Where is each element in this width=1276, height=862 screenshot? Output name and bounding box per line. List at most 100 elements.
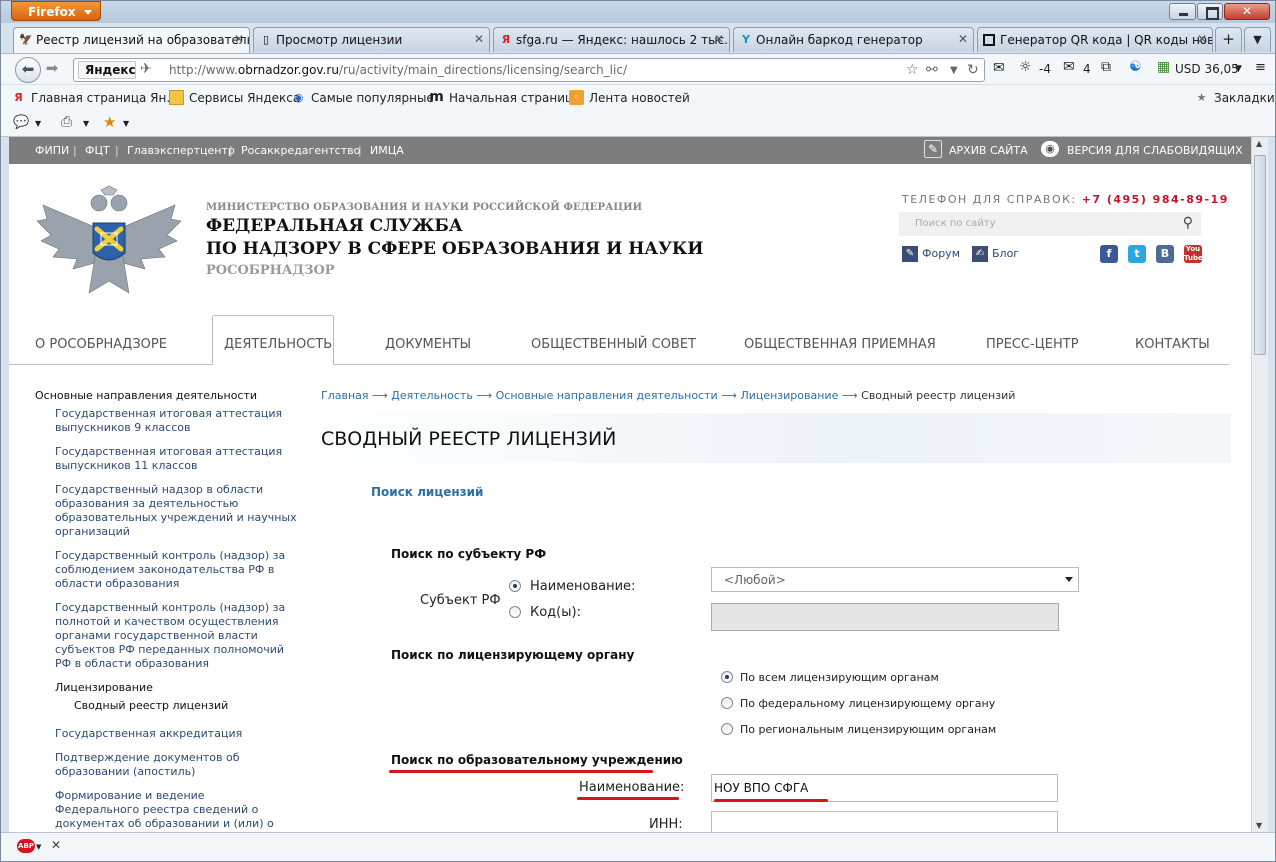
phone-label: ТЕЛЕФОН ДЛЯ СПРАВОК:: [902, 193, 1077, 206]
leftnav-item-control-quality[interactable]: Государственный контроль (надзор) за полн…: [55, 601, 285, 671]
organ-regional-radio[interactable]: [721, 723, 733, 735]
scroll-thumb[interactable]: [1254, 155, 1266, 355]
tab-license-view[interactable]: ▯ Просмотр лицензии ✕: [253, 27, 490, 52]
tab-registry[interactable]: 🦅 Реестр лицензий на образователь... ✕: [13, 27, 250, 53]
menu-public-council[interactable]: ОБЩЕСТВЕННЫЙ СОВЕТ: [531, 337, 696, 352]
organ-federal-radio[interactable]: [721, 697, 733, 709]
leftnav-subitem-registry[interactable]: Сводный реестр лицензий: [74, 699, 228, 713]
bookmark-star-icon[interactable]: ☆: [906, 62, 919, 78]
forum-link[interactable]: ✎ Форум: [902, 246, 960, 262]
speech-bubble-icon[interactable]: 💬: [13, 115, 29, 130]
chevron-down-icon[interactable]: ▼: [35, 119, 41, 128]
close-tab-icon[interactable]: ✕: [958, 32, 968, 46]
leftnav-item-supervision[interactable]: Государственный надзор в области образова…: [55, 483, 297, 539]
forward-button[interactable]: ➡: [41, 57, 63, 83]
leftnav-item-apostille[interactable]: Подтверждение документов об образовании (…: [55, 751, 240, 779]
subject-by-name-radio[interactable]: [509, 580, 521, 592]
facebook-icon[interactable]: f: [1100, 245, 1118, 263]
menu-public-reception[interactable]: ОБЩЕСТВЕННАЯ ПРИЕМНАЯ: [744, 337, 936, 352]
leftnav-item-control-law[interactable]: Государственный контроль (надзор) за собл…: [55, 549, 285, 591]
menu-grip-icon[interactable]: ≡: [1255, 60, 1266, 75]
menu-activity[interactable]: ДЕЯТЕЛЬНОСТЬ: [224, 337, 332, 352]
scroll-down-icon[interactable]: ▼: [1256, 821, 1262, 830]
bookmark-yandex-home[interactable]: Я Главная страница Ян...: [11, 91, 178, 105]
sync-icon[interactable]: ☯: [1129, 59, 1142, 75]
menu-contacts[interactable]: КОНТАКТЫ: [1135, 337, 1210, 352]
mail-icon[interactable]: ✉: [993, 60, 1005, 76]
close-addon-bar-icon[interactable]: ✕: [51, 838, 61, 852]
chevron-down-icon[interactable]: ▼: [83, 119, 89, 128]
favorites-star-icon[interactable]: ★: [103, 113, 116, 131]
bookmark-popular[interactable]: ◉ Самые популярные: [291, 91, 434, 105]
yandex-badge[interactable]: Яндекс: [78, 61, 136, 79]
leftnav-item-federal-registry[interactable]: Формирование и ведение Федерального реест…: [55, 789, 274, 831]
menu-about[interactable]: О РОСОБРНАДЗОРЕ: [35, 337, 167, 352]
menu-documents[interactable]: ДОКУМЕНТЫ: [385, 337, 471, 352]
leftnav-item-licensing[interactable]: Лицензирование: [55, 681, 153, 695]
breadcrumb-home[interactable]: Главная: [321, 389, 369, 402]
breadcrumb-licensing[interactable]: Лицензирование: [740, 389, 838, 402]
bookmark-start-page[interactable]: m Начальная страница: [429, 90, 580, 106]
close-tab-icon[interactable]: ✕: [234, 32, 244, 46]
dropdown-arrow-icon[interactable]: ▼: [950, 65, 958, 76]
weather-sun-icon: ☼: [1019, 59, 1032, 75]
translate-icon[interactable]: ⧉: [1101, 59, 1111, 75]
archive-link[interactable]: АРХИВ САЙТА: [949, 144, 1028, 157]
leftnav-item-accreditation[interactable]: Государственная аккредитация: [55, 727, 242, 741]
leftnav-heading[interactable]: Основные направления деятельности: [35, 389, 257, 403]
partner-link-fct[interactable]: ФЦТ: [85, 144, 110, 157]
tab-list-button[interactable]: ▼: [1244, 27, 1271, 52]
chart-icon: ▦: [1157, 59, 1171, 75]
subject-by-code-radio[interactable]: [509, 606, 521, 618]
bookmark-news-feed[interactable]: ◦ Лента новостей: [569, 90, 690, 105]
maximize-button[interactable]: [1197, 3, 1223, 20]
url-bar[interactable]: Яндекс ✈ http://www.obrnadzor.gov.ru/ru/…: [73, 58, 985, 82]
vk-icon[interactable]: B: [1156, 245, 1174, 263]
site-search-input[interactable]: Поиск по сайту ⚲: [899, 212, 1201, 236]
partner-link-glavexpert[interactable]: Главэкспертцентр: [127, 144, 235, 157]
minimize-button[interactable]: [1169, 3, 1196, 20]
breadcrumb-directions[interactable]: Основные направления деятельности: [496, 389, 718, 402]
partner-link-fipi[interactable]: ФИПИ: [35, 144, 69, 157]
mail-envelope-icon[interactable]: ✉: [1063, 59, 1075, 75]
chevron-down-icon[interactable]: ▼: [1235, 64, 1242, 74]
screenshot-icon[interactable]: ⎙: [61, 114, 72, 130]
adblock-icon[interactable]: ABP: [17, 839, 35, 853]
tab-qr[interactable]: Генератор QR кода | QR коды нов... ✕: [977, 27, 1213, 52]
close-tab-icon[interactable]: ✕: [714, 32, 724, 46]
close-window-button[interactable]: [1224, 3, 1270, 20]
twitter-icon[interactable]: t: [1128, 245, 1146, 263]
chevron-down-icon[interactable]: ▼: [36, 843, 41, 851]
bookmarks-menu[interactable]: ★ Закладки: [1194, 91, 1275, 105]
tab-barcode[interactable]: Y Онлайн баркод генератор ✕: [733, 27, 974, 52]
leftnav-item-gia9[interactable]: Государственная итоговая аттестация выпус…: [55, 407, 282, 435]
leftnav-item-gia11[interactable]: Государственная итоговая аттестация выпус…: [55, 445, 282, 473]
new-tab-button[interactable]: +: [1215, 27, 1242, 52]
scroll-up-icon[interactable]: ▲: [1256, 139, 1262, 148]
partner-link-rosakkred[interactable]: Росаккредагентство: [241, 144, 360, 157]
firefox-menu-button[interactable]: Firefox: [11, 1, 101, 21]
close-tab-icon[interactable]: ✕: [1197, 32, 1207, 46]
subject-select[interactable]: <Любой>: [711, 567, 1079, 592]
page-scrollbar[interactable]: ▲ ▼: [1251, 137, 1268, 832]
search-icon[interactable]: ⚲: [1183, 215, 1193, 231]
close-tab-icon[interactable]: ✕: [474, 32, 484, 46]
organ-all-radio[interactable]: [721, 671, 733, 683]
chevron-down-icon[interactable]: ▼: [123, 119, 129, 128]
reload-icon[interactable]: ↻: [967, 62, 979, 78]
breadcrumb-activity[interactable]: Деятельность: [391, 389, 473, 402]
url-text[interactable]: http://www.obrnadzor.gov.ru/ru/activity/…: [169, 63, 627, 77]
blog-link[interactable]: ✍ Блог: [972, 246, 1020, 262]
blog-label: Блог: [992, 247, 1020, 260]
license-search-link[interactable]: Поиск лицензий: [371, 485, 483, 499]
bookmark-yandex-services[interactable]: Сервисы Яндекса: [169, 90, 300, 105]
menu-press-center[interactable]: ПРЕСС-ЦЕНТР: [986, 337, 1079, 352]
youtube-icon[interactable]: You Tube: [1184, 245, 1203, 263]
back-button[interactable]: ⬅: [15, 57, 41, 83]
institution-name-input[interactable]: НОУ ВПО СФГА: [711, 774, 1058, 802]
reader-glasses-icon[interactable]: ⚯: [926, 62, 938, 78]
accessible-version-link[interactable]: ВЕРСИЯ ДЛЯ СЛАБОВИДЯЩИХ: [1067, 144, 1243, 157]
tab-yandex-search[interactable]: Я sfga.ru — Яндекс: нашлось 2 тыс. ... ✕: [493, 27, 730, 52]
partner-link-imca[interactable]: ИМЦА: [370, 144, 404, 157]
inn-input[interactable]: [711, 811, 1058, 832]
